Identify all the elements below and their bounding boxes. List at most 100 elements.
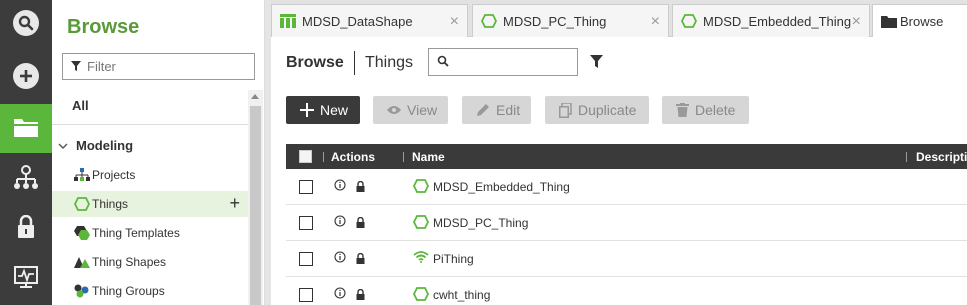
- table-row[interactable]: PiThing: [286, 241, 967, 277]
- close-icon[interactable]: ×: [450, 13, 459, 31]
- button-label: Duplicate: [578, 102, 637, 118]
- lock-icon[interactable]: [356, 180, 365, 195]
- sidebar-item-label: Thing Templates: [92, 226, 180, 240]
- lock-icon[interactable]: [356, 216, 365, 231]
- hierarchy-icon: [13, 164, 39, 194]
- panel-title: Browse: [67, 16, 140, 38]
- button-label: Delete: [695, 102, 736, 118]
- column-header-description[interactable]: Descripti: [916, 150, 967, 164]
- thing-shapes-icon: [74, 254, 90, 270]
- row-name-link[interactable]: MDSD_PC_Thing: [433, 216, 528, 230]
- thing-hexagon-icon: [74, 196, 90, 212]
- button-label: New: [320, 102, 349, 118]
- close-icon[interactable]: ×: [651, 13, 660, 31]
- tab-browse[interactable]: Browse: [872, 4, 967, 38]
- panel-scrollbar[interactable]: [248, 90, 263, 305]
- duplicate-icon: [559, 102, 572, 118]
- sidebar-item-projects[interactable]: Projects: [52, 162, 248, 188]
- rail-search-button[interactable]: [0, 0, 52, 46]
- add-thing-icon[interactable]: +: [229, 194, 240, 212]
- eye-icon: [387, 105, 401, 115]
- lock-icon: [16, 214, 36, 242]
- row-name-link[interactable]: PiThing: [433, 252, 474, 266]
- scrollbar-thumb[interactable]: [250, 106, 261, 305]
- sidebar-item-thing-templates[interactable]: Thing Templates: [52, 220, 248, 246]
- row-checkbox[interactable]: [299, 180, 313, 194]
- search-input[interactable]: [455, 54, 575, 70]
- filter-icon[interactable]: [590, 55, 603, 71]
- rail-security-button[interactable]: [0, 205, 52, 251]
- main-content: Browse Things New View Edit Duplicate De…: [271, 37, 967, 305]
- info-icon[interactable]: [334, 179, 346, 194]
- scroll-up-arrow-icon[interactable]: [251, 94, 259, 99]
- folder-icon: [881, 15, 897, 28]
- thing-hexagon-icon: [412, 215, 430, 232]
- column-divider: [403, 152, 404, 162]
- rail-add-button[interactable]: [0, 53, 52, 99]
- all-entities-link[interactable]: All: [72, 98, 89, 113]
- thing-hexagon-icon: [681, 14, 697, 28]
- table-row[interactable]: cwht_thing: [286, 277, 967, 305]
- row-checkbox[interactable]: [299, 216, 313, 230]
- breadcrumb-root[interactable]: Browse: [286, 54, 344, 72]
- view-button[interactable]: View: [373, 96, 448, 124]
- sidebar-item-label: Thing Shapes: [92, 255, 167, 269]
- rail-monitoring-button[interactable]: [0, 255, 52, 301]
- sidebar-item-label: Projects: [92, 168, 136, 182]
- chevron-down-icon: [58, 138, 68, 153]
- lock-icon[interactable]: [356, 252, 365, 267]
- rail-browse-button[interactable]: [0, 104, 52, 153]
- sidebar-item-label: Things: [92, 197, 129, 211]
- info-icon[interactable]: [334, 287, 346, 302]
- rail-hierarchy-button[interactable]: [0, 156, 52, 202]
- filter-input[interactable]: [87, 59, 247, 74]
- table-row[interactable]: MDSD_PC_Thing: [286, 205, 967, 241]
- tab-mdsd-pc-thing[interactable]: MDSD_PC_Thing ×: [472, 4, 669, 37]
- divider: [52, 124, 248, 125]
- button-label: Edit: [496, 102, 521, 118]
- search-icon: [437, 55, 449, 70]
- lock-icon[interactable]: [356, 288, 365, 303]
- projects-icon: [74, 167, 90, 183]
- delete-button[interactable]: Delete: [662, 96, 749, 124]
- row-checkbox[interactable]: [299, 252, 313, 266]
- tab-bar: MDSD_DataShape × MDSD_PC_Thing × MDSD_Em…: [271, 0, 967, 38]
- row-checkbox[interactable]: [299, 288, 313, 302]
- tab-label: MDSD_DataShape: [302, 13, 413, 29]
- sidebar-item-thing-groups[interactable]: Thing Groups: [52, 278, 248, 304]
- info-icon[interactable]: [334, 215, 346, 230]
- datashape-icon: [280, 14, 296, 28]
- duplicate-button[interactable]: Duplicate: [545, 96, 649, 124]
- filter-field[interactable]: [62, 53, 255, 80]
- thing-templates-icon: [74, 225, 90, 241]
- breadcrumb-current: Things: [365, 54, 414, 71]
- sidebar-item-things[interactable]: Things +: [52, 191, 248, 217]
- tab-mdsd-datashape[interactable]: MDSD_DataShape ×: [271, 4, 468, 37]
- row-name-link[interactable]: cwht_thing: [433, 288, 490, 302]
- thing-hexagon-icon: [481, 14, 497, 28]
- table-header: Actions Name Descripti: [286, 144, 967, 169]
- tab-label: MDSD_Embedded_Thing: [703, 13, 852, 29]
- table-row[interactable]: MDSD_Embedded_Thing: [286, 169, 967, 205]
- thing-hexagon-icon: [412, 287, 430, 304]
- plus-icon: [300, 103, 314, 117]
- sidebar-item-thing-shapes[interactable]: Thing Shapes: [52, 249, 248, 275]
- info-icon[interactable]: [334, 251, 346, 266]
- new-button[interactable]: New: [286, 96, 360, 124]
- column-header-actions[interactable]: Actions: [331, 150, 375, 164]
- column-divider: [323, 152, 324, 162]
- search-field[interactable]: [428, 48, 578, 76]
- tab-label: Browse: [900, 14, 944, 29]
- close-icon[interactable]: ×: [852, 13, 861, 31]
- button-label: View: [407, 102, 438, 118]
- column-header-name[interactable]: Name: [412, 150, 445, 164]
- edit-button[interactable]: Edit: [462, 96, 531, 124]
- tab-mdsd-embedded-thing[interactable]: MDSD_Embedded_Thing ×: [672, 4, 870, 37]
- modeling-section-header[interactable]: Modeling: [58, 138, 133, 153]
- left-rail: [0, 0, 52, 305]
- browse-panel: Browse All Modeling Projects Things: [52, 0, 265, 305]
- select-all-checkbox[interactable]: [299, 150, 312, 163]
- row-name-link[interactable]: MDSD_Embedded_Thing: [433, 180, 570, 194]
- search-icon: [13, 10, 39, 36]
- filter-funnel-icon: [71, 59, 81, 74]
